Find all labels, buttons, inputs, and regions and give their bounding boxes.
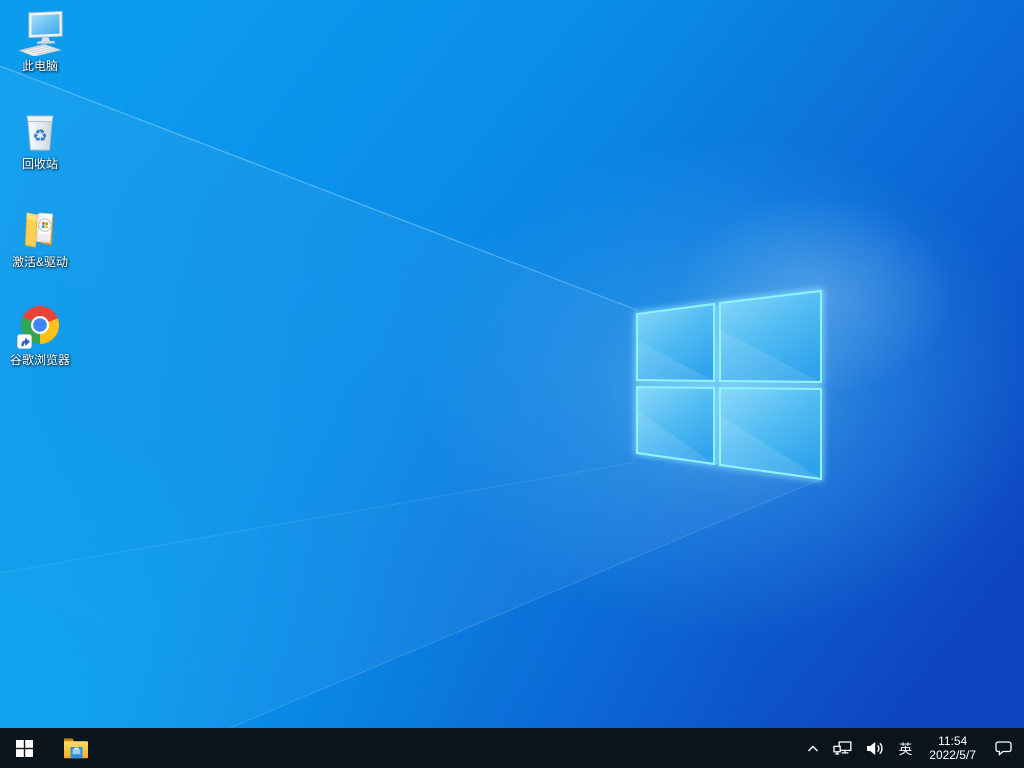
action-center-icon [995,740,1012,756]
shortcut-arrow-badge [17,334,32,349]
system-tray: 英 11:54 2022/5/7 [800,728,1024,768]
show-hidden-icons-button[interactable] [800,728,826,768]
desktop-icon-google-chrome[interactable]: 谷歌浏览器 [1,304,79,367]
input-language-indicator[interactable]: 英 [891,728,921,768]
desktop-icon-this-pc[interactable]: 此电脑 [1,10,79,73]
taskbar-clock[interactable]: 11:54 2022/5/7 [920,728,985,768]
start-button[interactable] [0,728,48,768]
desktop-icon-label: 此电脑 [21,59,58,73]
clock-time: 11:54 [938,734,968,748]
recycle-bin-icon: ♻ [26,115,54,151]
network-icon [833,740,852,755]
desktop[interactable]: 此电脑 ♻ 回收站 激活&驱动 谷歌浏览器 [0,0,1024,728]
taskbar-file-explorer-button[interactable] [52,728,100,768]
wallpaper-image [0,0,1024,728]
screen: 此电脑 ♻ 回收站 激活&驱动 谷歌浏览器 英 11:54 2022/5/7 [0,0,1024,768]
desktop-icon-label: 激活&驱动 [11,255,68,269]
chrome-icon [17,305,60,349]
svg-text:♻: ♻ [32,127,47,147]
windows-logo-icon [15,739,33,757]
clock-date: 2022/5/7 [929,748,976,762]
network-status-button[interactable] [826,728,859,768]
desktop-icon-recycle-bin[interactable]: ♻ 回收站 [1,108,79,171]
action-center-button[interactable] [985,728,1024,768]
chevron-up-icon [807,745,818,751]
speaker-icon [866,741,883,755]
desktop-icon-label: 回收站 [21,157,58,171]
volume-button[interactable] [859,728,891,768]
open-folder-icon [24,212,54,248]
computer-icon [18,10,63,56]
desktop-icon-label: 谷歌浏览器 [9,353,70,367]
file-explorer-icon [64,738,88,759]
desktop-icon-activation-drivers[interactable]: 激活&驱动 [1,206,79,269]
taskbar: 英 11:54 2022/5/7 [0,728,1024,768]
